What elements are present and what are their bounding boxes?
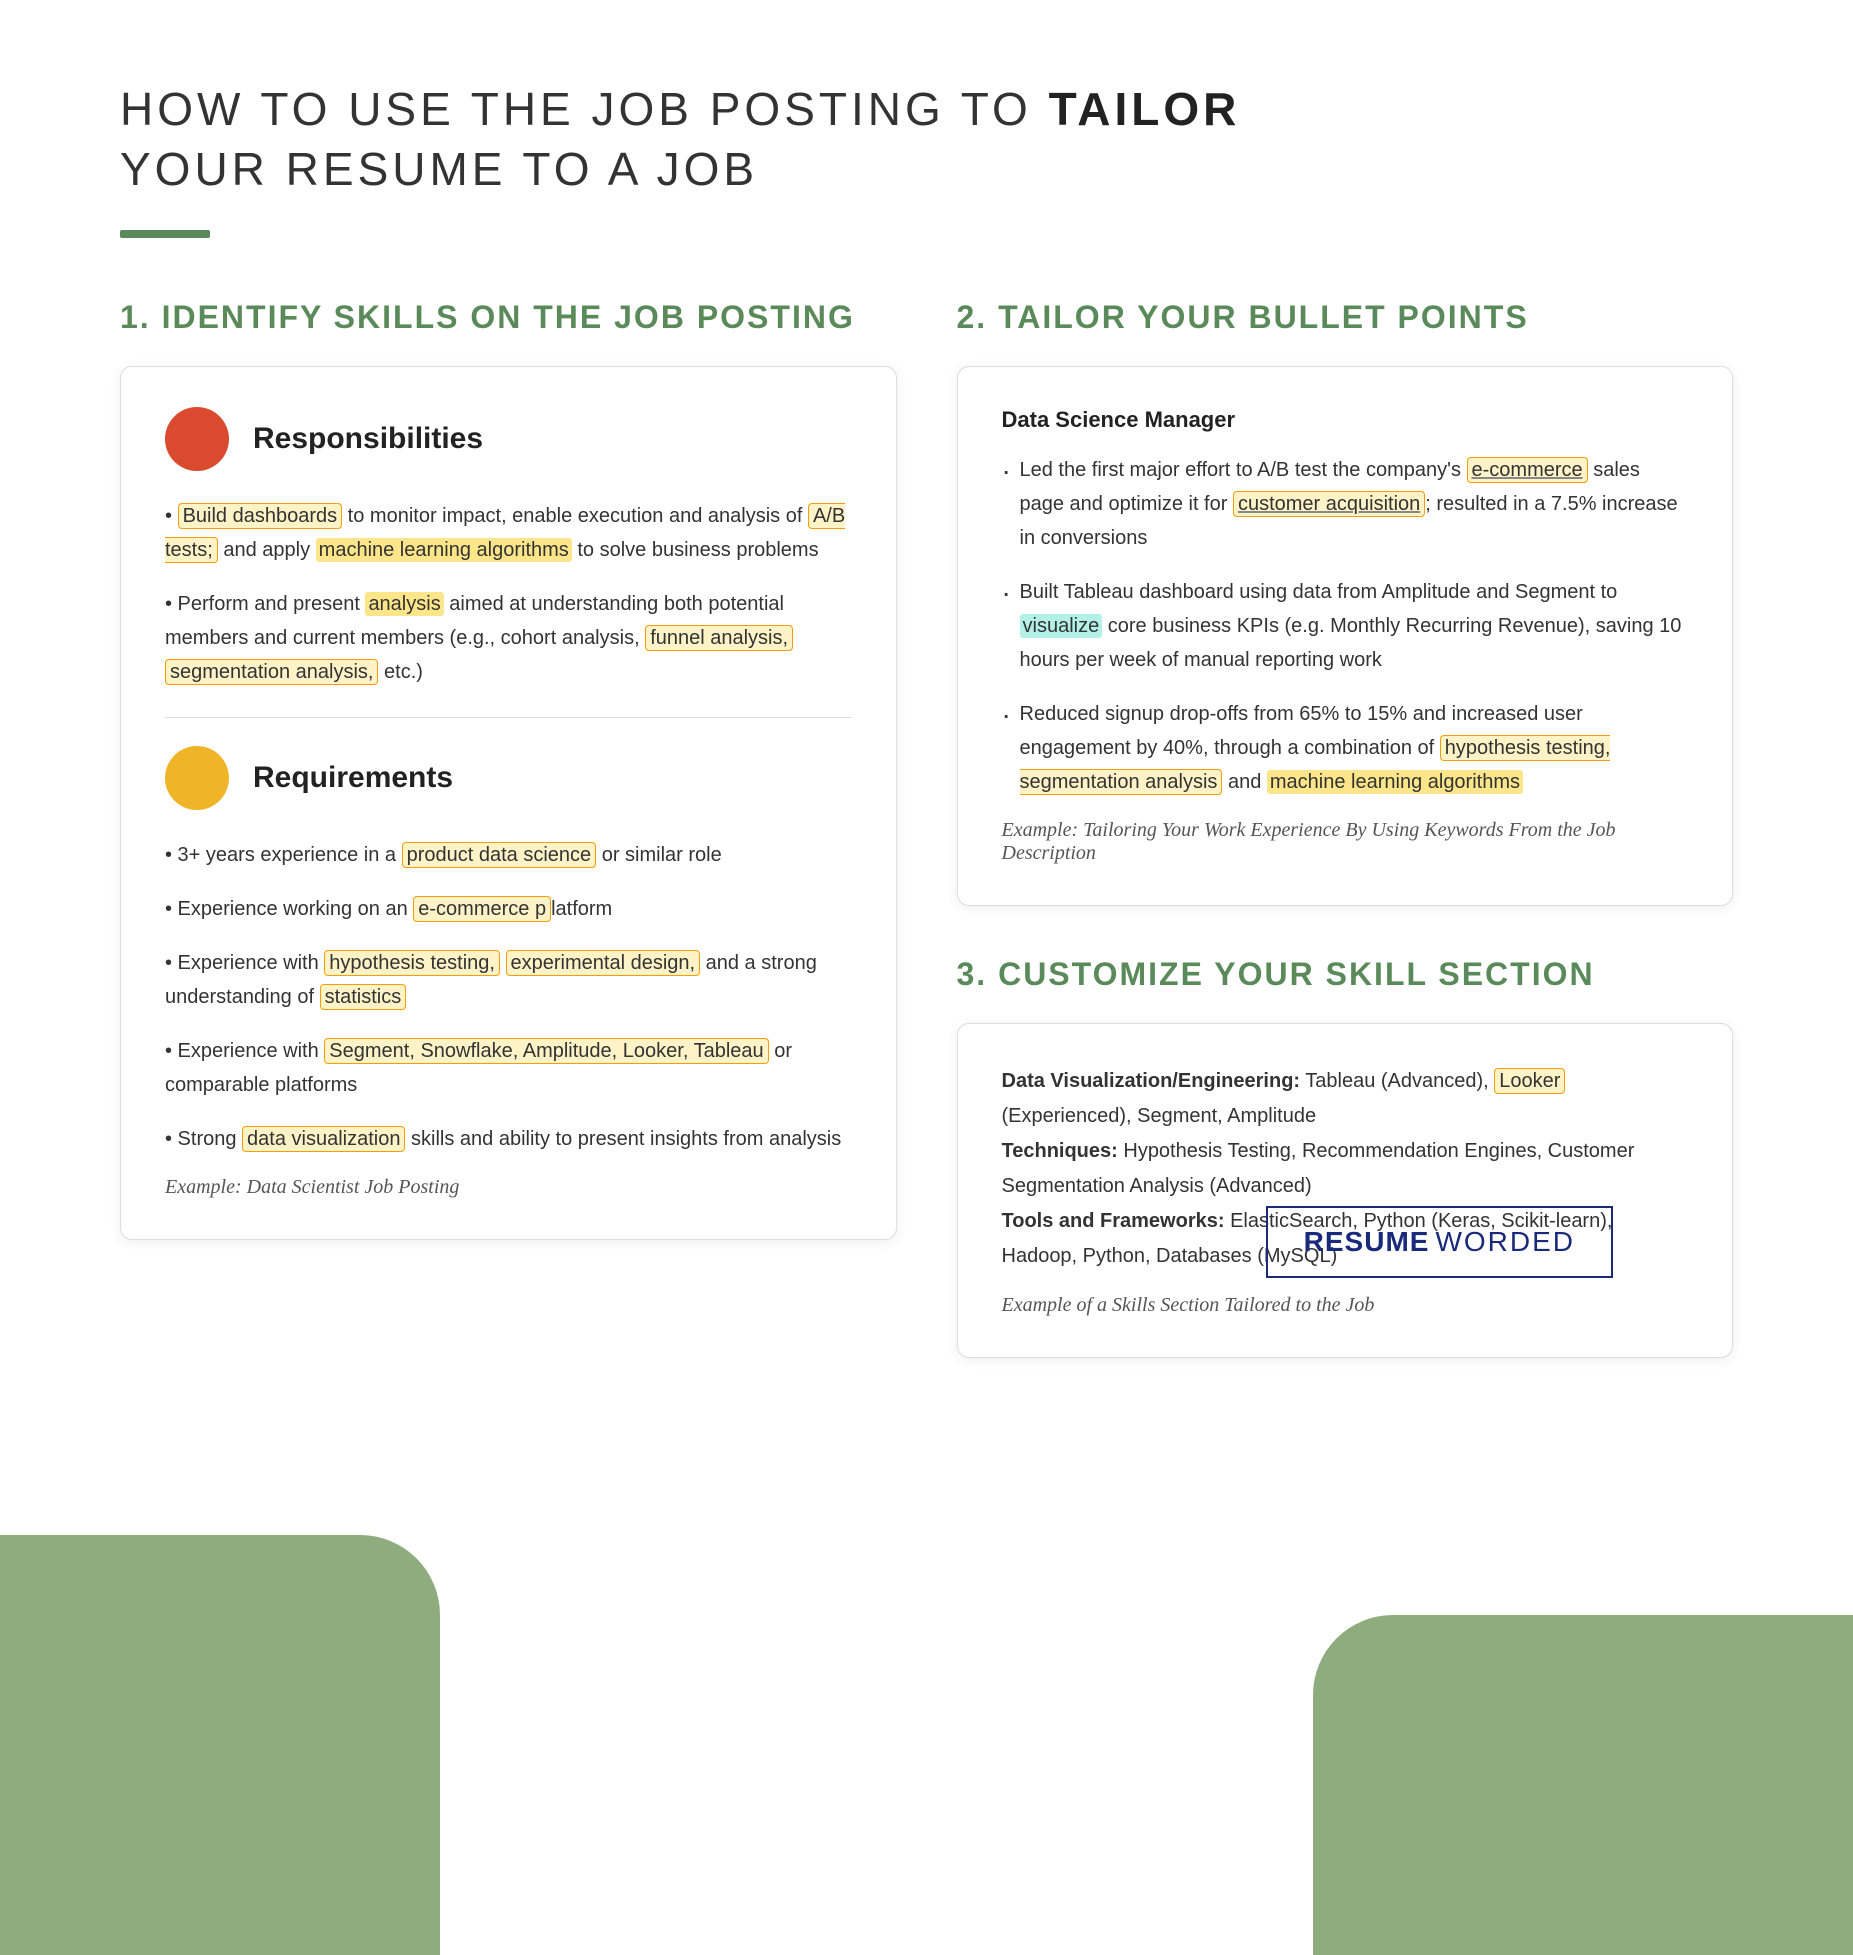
highlight-hypothesis: hypothesis testing, [324, 950, 500, 976]
section2-title: 2. TAILOR YOUR BULLET POINTS [957, 298, 1734, 336]
highlight-ecommerce: e-commerce p [413, 896, 551, 922]
resp-bullet2: • Perform and present analysis aimed at … [165, 587, 852, 689]
requirements-header: Requirements [165, 746, 852, 810]
resp-bullet1: • Build dashboards to monitor impact, en… [165, 499, 852, 567]
responsibilities-header: Responsibilities [165, 407, 852, 471]
section1-title: 1. IDENTIFY SKILLS ON THE JOB POSTING [120, 298, 897, 336]
bg-shape-left [0, 1535, 440, 1955]
logo-container: RESUME WORDED [1266, 1206, 1613, 1278]
orange-circle-icon [165, 746, 229, 810]
highlight-ml-algo2: machine learning algorithms [1267, 770, 1523, 794]
highlight-product-data-science: product data science [402, 842, 597, 868]
highlight-data-viz: data visualization [242, 1126, 405, 1152]
red-circle-icon [165, 407, 229, 471]
highlight-ml-algorithms: machine learning algorithms [316, 538, 572, 562]
bullet1: Led the first major effort to A/B test t… [1002, 453, 1689, 555]
green-divider [120, 230, 210, 238]
card-divider [165, 717, 852, 718]
requirements-title: Requirements [253, 761, 453, 795]
section2-card: Data Science Manager Led the first major… [957, 366, 1734, 906]
highlight-analysis: analysis [365, 592, 443, 616]
right-column: 2. TAILOR YOUR BULLET POINTS Data Scienc… [957, 298, 1734, 1358]
logo-box: RESUME WORDED [1266, 1206, 1613, 1278]
bullet3: Reduced signup drop-offs from 65% to 15%… [1002, 697, 1689, 799]
section3-example: Example of a Skills Section Tailored to … [1002, 1294, 1689, 1317]
section3-card: Data Visualization/Engineering: Tableau … [957, 1023, 1734, 1358]
job-title: Data Science Manager [1002, 407, 1689, 433]
section1-card: Responsibilities • Build dashboards to m… [120, 366, 897, 1240]
highlight-experimental: experimental design, [506, 950, 701, 976]
highlight-statistics: statistics [320, 984, 407, 1010]
section2-bullets: Led the first major effort to A/B test t… [1002, 453, 1689, 799]
logo-resume: RESUME [1304, 1226, 1430, 1258]
highlight-funnel: funnel analysis, [645, 625, 793, 651]
highlight-tools: Segment, Snowflake, Amplitude, Looker, T… [324, 1038, 768, 1064]
section2-example: Example: Tailoring Your Work Experience … [1002, 819, 1689, 865]
highlight-visualize: visualize [1020, 614, 1103, 638]
responsibilities-body: • Build dashboards to monitor impact, en… [165, 499, 852, 689]
responsibilities-title: Responsibilities [253, 422, 483, 456]
section1-example: Example: Data Scientist Job Posting [165, 1176, 852, 1199]
req-item2: • Experience working on an e-commerce pl… [165, 892, 852, 926]
highlight-build-dashboards: Build dashboards [178, 503, 343, 529]
req-item5: • Strong data visualization skills and a… [165, 1122, 852, 1156]
req-item4: • Experience with Segment, Snowflake, Am… [165, 1034, 852, 1102]
main-title: HOW TO USE THE JOB POSTING TO TAILOR YOU… [120, 80, 1733, 200]
highlight-looker: Looker [1494, 1068, 1565, 1094]
requirements-body: • 3+ years experience in a product data … [165, 838, 852, 1156]
skills-viz: Data Visualization/Engineering: Tableau … [1002, 1064, 1689, 1134]
left-column: 1. IDENTIFY SKILLS ON THE JOB POSTING Re… [120, 298, 897, 1240]
highlight-customer-acquisition: customer acquisition [1233, 491, 1425, 517]
section3-title: 3. CUSTOMIZE YOUR SKILL SECTION [957, 956, 1734, 993]
req-item1: • 3+ years experience in a product data … [165, 838, 852, 872]
logo-worded: WORDED [1435, 1226, 1575, 1258]
req-item3: • Experience with hypothesis testing, ex… [165, 946, 852, 1014]
skills-techniques: Techniques: Hypothesis Testing, Recommen… [1002, 1134, 1689, 1204]
bullet2: Built Tableau dashboard using data from … [1002, 575, 1689, 677]
bg-shape-right [1313, 1615, 1853, 1955]
two-column-layout: 1. IDENTIFY SKILLS ON THE JOB POSTING Re… [120, 298, 1733, 1358]
highlight-ecommerce-right: e-commerce [1467, 457, 1588, 483]
highlight-segmentation: segmentation analysis, [165, 659, 378, 685]
